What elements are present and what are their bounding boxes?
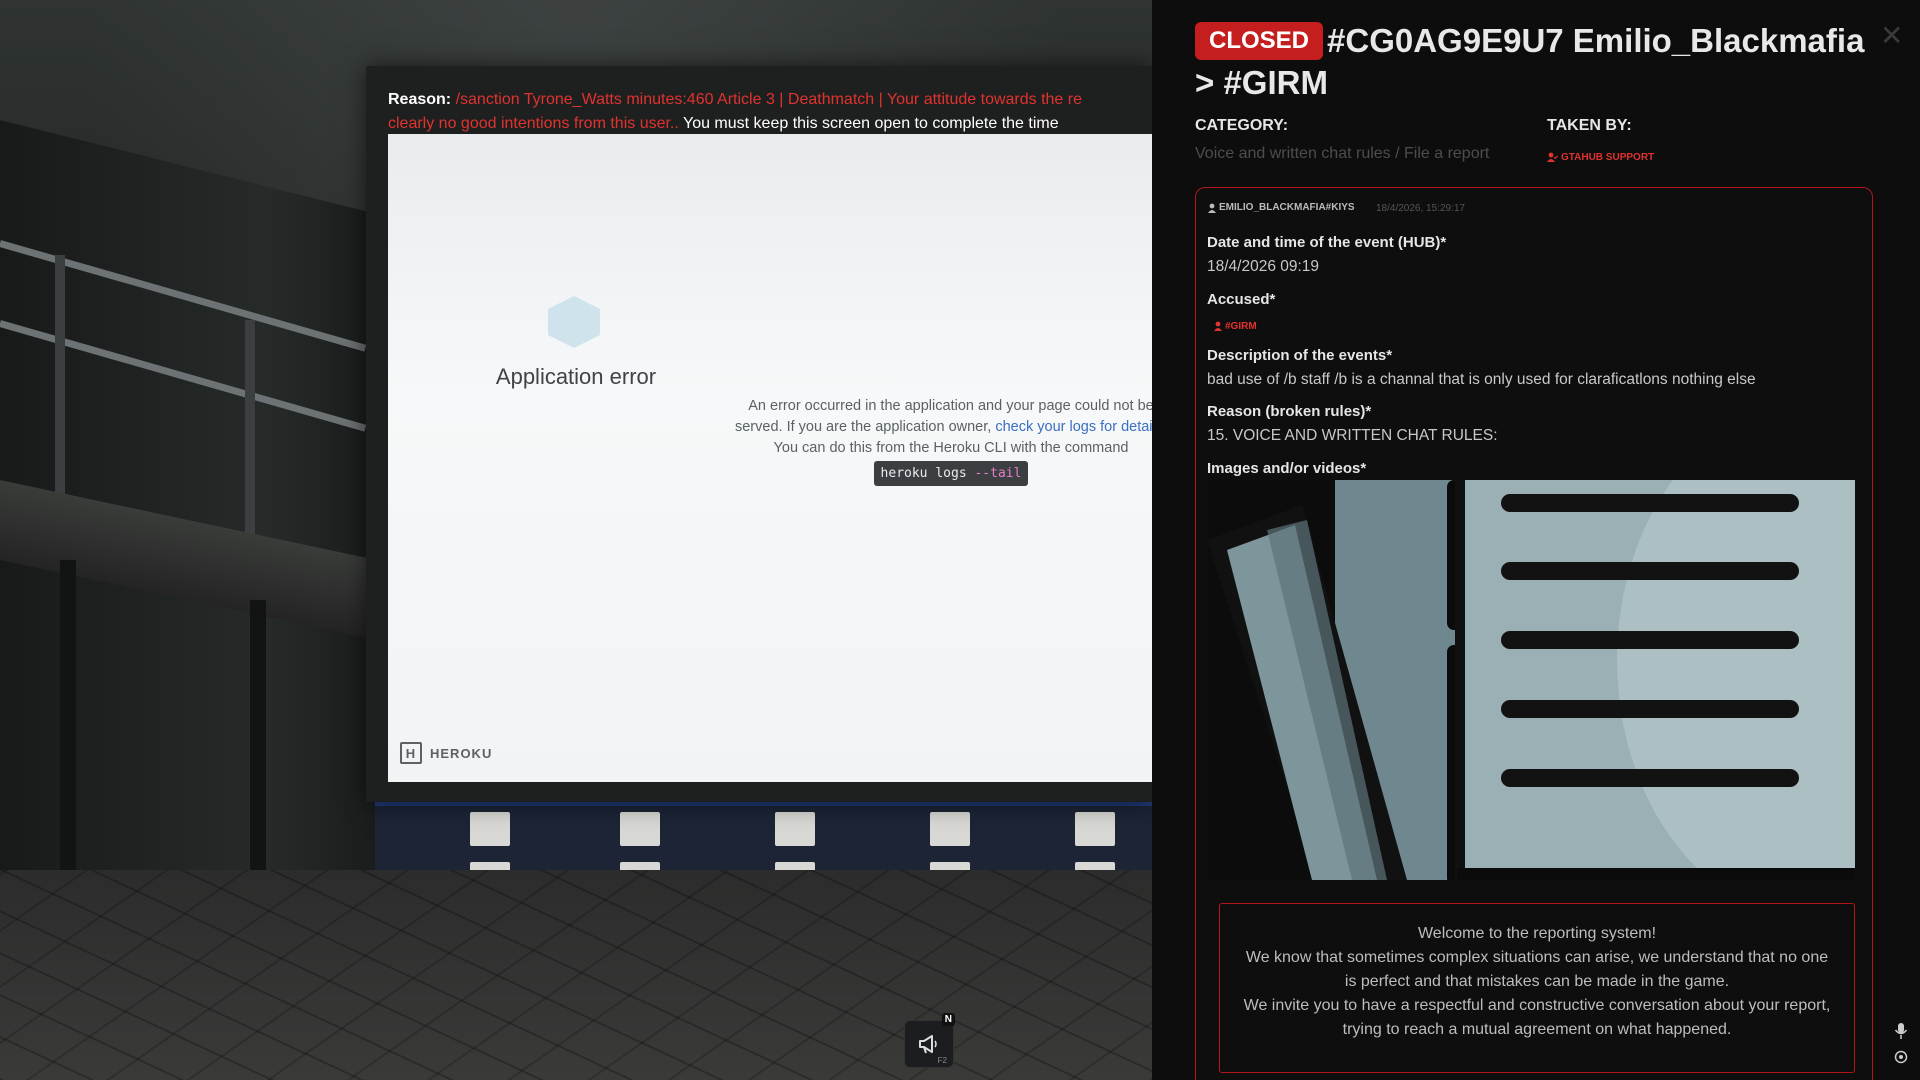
crate [775,812,815,846]
category-block: CATEGORY: Voice and written chat rules /… [1195,117,1489,163]
close-icon[interactable]: ✕ [1880,22,1903,50]
category-label: CATEGORY: [1195,117,1289,134]
taken-by-label: TAKEN BY: [1547,117,1632,134]
reason-label: Reason: [388,91,452,108]
evidence-image[interactable] [1207,480,1855,880]
field-label: Accused* [1207,291,1276,308]
reason-instruction: You must keep this screen open to comple… [678,115,1059,132]
field-value-reason: 15. VOICE AND WRITTEN CHAT RULES: [1207,427,1498,444]
cli-command-main: heroku logs [880,466,975,481]
heroku-brand: HEROKU [430,745,493,761]
taken-by-chip[interactable]: GTAHUB SUPPORT [1547,152,1654,163]
welcome-paragraph: We invite you to have a respectful and c… [1243,997,1831,1038]
taken-by-block: TAKEN BY: GTAHUB SUPPORT [1547,117,1654,167]
accused-chip[interactable]: #GIRM [1214,321,1257,332]
error-line: An error occurred in the application and… [748,398,1152,414]
crate [620,812,660,846]
announcement-button[interactable]: N F2 [904,1013,955,1068]
crate [930,812,970,846]
heroku-footer[interactable]: H HEROKU [400,742,492,764]
document-placeholder-image [1207,480,1855,880]
error-line-text: served. If you are the application owner… [734,419,996,435]
error-line: You can do this from the Heroku CLI with… [773,440,1129,456]
field-label: Images and/or videos* [1207,460,1367,477]
error-title: Application error [495,364,657,389]
railing-post [245,320,255,550]
crate [470,812,510,846]
welcome-paragraph: We know that sometimes complex situation… [1245,949,1829,990]
accused-value: #GIRM [1225,320,1257,332]
user-icon [1208,203,1216,213]
field-label: Reason (broken rules)* [1207,403,1372,420]
field-label: Description of the events* [1207,347,1393,364]
cli-command: heroku logs --tail [873,461,1029,486]
welcome-heading: Welcome to the reporting system! [1417,925,1657,942]
error-message: An error occurred in the application and… [716,396,1152,486]
crate [1075,812,1115,846]
report-header: CLOSED #CG0AG9E9U7 Emilio_Blackmafia > #G… [1195,20,1875,104]
cli-command-flag: --tail [974,466,1022,481]
user-check-icon [1547,152,1558,162]
megaphone-icon [919,1035,937,1054]
author-chip[interactable]: EMILIO_BLACKMAFIA#KIYS [1208,202,1355,213]
field-value-description: bad use of /b staff /b is a channal that… [1207,371,1756,388]
sanction-reason: Reason: /sanction Tyrone_Watts minutes:4… [388,88,1152,136]
notification-key-badge: N [941,1013,955,1026]
field-label: Date and time of the event (HUB)* [1207,234,1447,251]
report-timestamp: 18/4/2026, 15:29:17 [1376,203,1465,214]
error-line: served. If you are the application owner… [716,417,1152,438]
cracked-floor [0,870,1152,1080]
reason-text-continued: clearly no good intentions from this use… [388,115,679,132]
settings-icon[interactable] [1894,1050,1908,1064]
author-name: EMILIO_BLACKMAFIA#KIYS [1219,202,1355,213]
reason-text: /sanction Tyrone_Watts minutes:460 Artic… [451,91,1082,108]
taken-by-value: GTAHUB SUPPORT [1561,151,1655,163]
status-badge: CLOSED [1195,22,1324,60]
welcome-message: Welcome to the reporting system! We know… [1219,903,1855,1073]
field-value-datetime: 18/4/2026 09:19 [1207,258,1320,275]
heroku-logo-icon: H [400,742,422,764]
category-value: Voice and written chat rules / File a re… [1195,145,1490,162]
microphone-icon[interactable] [1894,1022,1908,1040]
check-logs-link[interactable]: check your logs for details [995,419,1152,435]
hotkey-label: F2 [937,1056,947,1065]
report-card: EMILIO_BLACKMAFIA#KIYS 18/4/2026, 15:29:… [1195,187,1873,1080]
report-panel: ✕ CLOSED #CG0AG9E9U7 Emilio_Blackmafia > … [1152,0,1920,1080]
user-icon [1214,321,1222,331]
side-status-icons [1894,1022,1908,1064]
